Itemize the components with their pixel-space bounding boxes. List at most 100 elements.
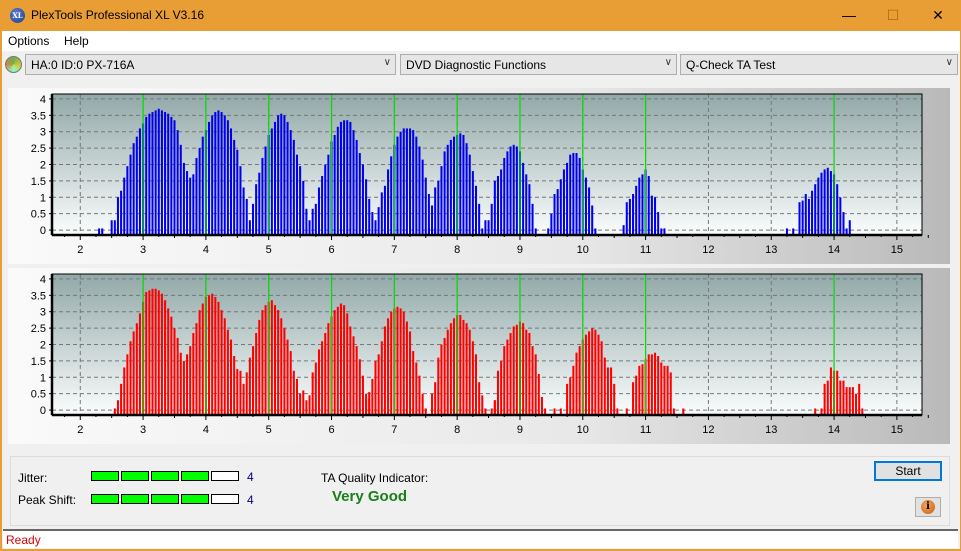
- histogram-bar: [663, 365, 666, 415]
- histogram-bar: [453, 318, 456, 415]
- test-select-value: Q-Check TA Test: [686, 58, 776, 72]
- x-tick-label: 4: [203, 244, 209, 256]
- histogram-bar: [823, 383, 826, 415]
- histogram-bar: [173, 328, 176, 415]
- x-tick-label: 9: [517, 424, 523, 436]
- jitter-meter: [91, 471, 241, 481]
- histogram-bar: [264, 146, 267, 235]
- histogram-bar: [622, 225, 625, 235]
- histogram-bar: [584, 177, 587, 235]
- histogram-bar: [641, 174, 644, 235]
- x-tick-label: 12: [702, 244, 714, 256]
- minimize-button[interactable]: —: [826, 0, 872, 31]
- histogram-bar: [126, 166, 129, 235]
- histogram-bar: [814, 184, 817, 235]
- histogram-bar: [324, 164, 327, 235]
- y-tick-label: 3.5: [31, 110, 46, 122]
- y-tick-label: 0.5: [31, 209, 46, 221]
- histogram-bar: [349, 326, 352, 415]
- meter-segment: [91, 471, 119, 481]
- histogram-bar: [380, 192, 383, 235]
- drive-select[interactable]: HA:0 ID:0 PX-716A ∨: [25, 54, 396, 75]
- y-tick-label: 3.5: [31, 290, 46, 302]
- histogram-bar: [223, 115, 226, 235]
- histogram-bar: [374, 220, 377, 235]
- histogram-bar: [242, 187, 245, 235]
- peak-shift-meter: [91, 494, 241, 504]
- histogram-bar: [230, 339, 233, 415]
- histogram-bar: [358, 359, 361, 415]
- histogram-bar: [415, 362, 418, 415]
- y-tick-label: 1: [40, 192, 46, 204]
- histogram-bar: [654, 352, 657, 415]
- histogram-bar: [245, 372, 248, 415]
- maximize-button[interactable]: ☐: [870, 0, 916, 31]
- info-button[interactable]: i: [915, 497, 941, 517]
- histogram-bar: [138, 313, 141, 415]
- histogram-bar: [839, 380, 842, 415]
- histogram-bar: [515, 324, 518, 415]
- x-tick-label: 8: [454, 424, 460, 436]
- histogram-bar: [145, 292, 148, 415]
- histogram-bar: [553, 194, 556, 235]
- menu-options[interactable]: Options: [8, 34, 49, 48]
- histogram-bar: [559, 179, 562, 235]
- histogram-bar: [839, 197, 842, 235]
- histogram-bar: [346, 120, 349, 235]
- info-icon: i: [921, 500, 935, 514]
- histogram-bar: [462, 134, 465, 235]
- histogram-bar: [226, 120, 229, 235]
- close-button[interactable]: ✕: [915, 0, 961, 31]
- bottom-chart-panel: 0 0.5 1 1.5 2 2.5 3 3.5 4 2 3 4 5 6 7 8 9 10 11 12 13 14 15: [8, 268, 950, 444]
- test-select[interactable]: Q-Check TA Test ∨: [680, 54, 958, 75]
- histogram-bar: [823, 169, 826, 235]
- histogram-bar: [383, 185, 386, 235]
- histogram-bar: [584, 334, 587, 415]
- start-button[interactable]: Start: [874, 461, 942, 481]
- x-tick-label: 2: [77, 244, 83, 256]
- chevron-down-icon: ∨: [383, 57, 391, 68]
- histogram-bar: [230, 128, 233, 235]
- histogram-bar: [365, 179, 368, 235]
- function-select[interactable]: DVD Diagnostic Functions ∨: [400, 54, 677, 75]
- histogram-bar: [176, 337, 179, 415]
- histogram-bar: [443, 151, 446, 235]
- histogram-bar: [632, 382, 635, 415]
- histogram-bar: [214, 112, 217, 235]
- histogram-bar: [189, 346, 192, 415]
- histogram-bar: [550, 213, 553, 235]
- y-tick-label: 1.5: [31, 356, 46, 368]
- histogram-bar: [295, 154, 299, 235]
- histogram-bar: [528, 333, 531, 415]
- histogram-bar: [148, 290, 151, 415]
- ta-quality-value: Very Good: [332, 488, 408, 505]
- histogram-bar: [804, 194, 807, 235]
- histogram-bar: [575, 153, 578, 235]
- menu-help[interactable]: Help: [64, 34, 89, 48]
- histogram-bar: [509, 146, 512, 235]
- histogram-bar: [512, 144, 515, 235]
- histogram-bar: [515, 146, 518, 235]
- histogram-bar: [239, 370, 242, 415]
- histogram-bar: [299, 393, 302, 415]
- x-tick-label: 11: [640, 244, 651, 256]
- y-tick-label: 3: [40, 307, 46, 319]
- x-tick-label: 10: [577, 244, 589, 256]
- histogram-bar: [817, 177, 820, 235]
- histogram-bar: [116, 197, 119, 235]
- histogram-bar: [484, 220, 487, 235]
- histogram-bar: [845, 387, 848, 415]
- histogram-bar: [217, 301, 220, 415]
- histogram-bar: [258, 172, 261, 235]
- histogram-bar: [248, 357, 251, 415]
- histogram-bar: [650, 354, 653, 415]
- histogram-bar: [418, 146, 421, 235]
- x-tick-label: 9: [517, 244, 523, 256]
- histogram-bar: [154, 288, 157, 415]
- histogram-bar: [214, 296, 217, 415]
- histogram-bar: [358, 153, 361, 235]
- histogram-bar: [339, 121, 342, 235]
- histogram-bar: [160, 293, 163, 415]
- histogram-bar: [123, 367, 126, 415]
- histogram-bar: [647, 354, 650, 415]
